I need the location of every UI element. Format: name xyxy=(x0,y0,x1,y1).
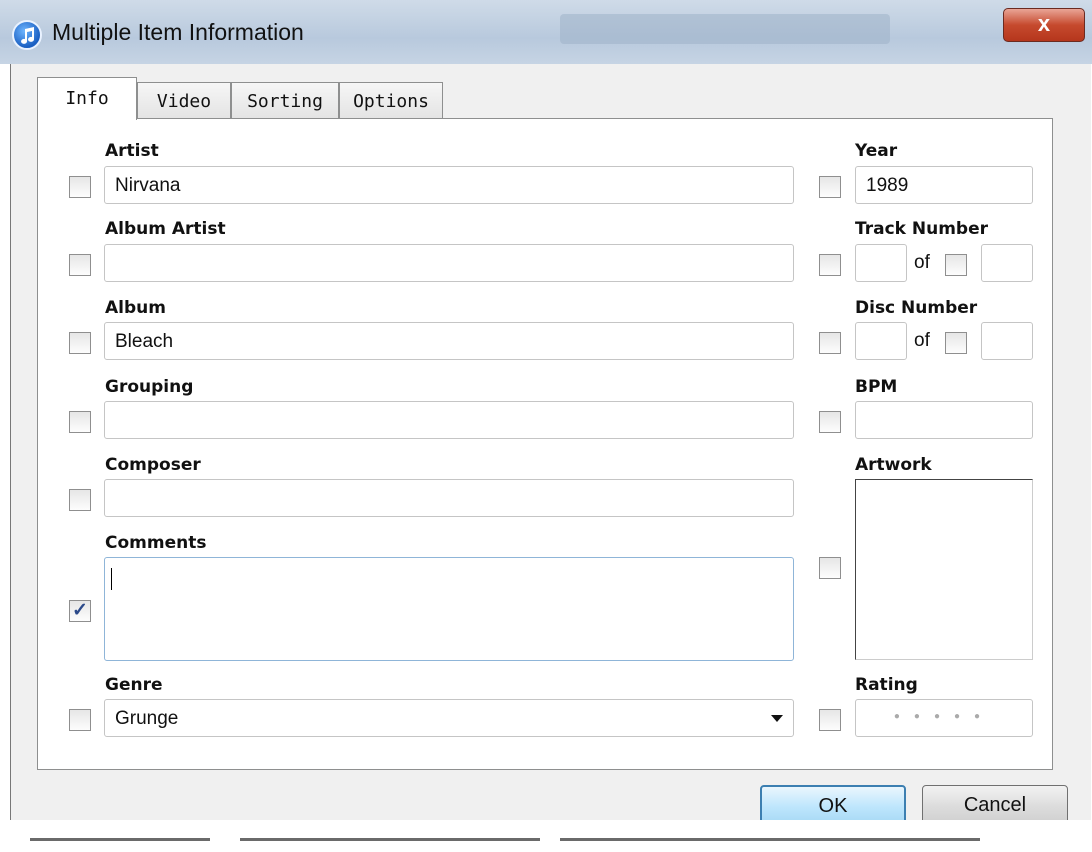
bpm-label: BPM xyxy=(855,377,898,397)
artwork-label: Artwork xyxy=(855,455,932,475)
background-blur xyxy=(560,14,890,44)
composer-field[interactable] xyxy=(104,479,794,517)
text-caret xyxy=(111,568,112,590)
itunes-icon xyxy=(12,20,42,50)
disc-number-label: Disc Number xyxy=(855,298,978,318)
title-bar[interactable]: Multiple Item Information x xyxy=(0,0,1092,64)
track-number-label: Track Number xyxy=(855,219,989,239)
artist-checkbox[interactable] xyxy=(69,176,91,198)
grouping-checkbox[interactable] xyxy=(69,411,91,433)
ok-button[interactable]: OK xyxy=(760,785,906,825)
album-checkbox[interactable] xyxy=(69,332,91,354)
bpm-checkbox[interactable] xyxy=(819,411,841,433)
composer-checkbox[interactable] xyxy=(69,489,91,511)
track-total-checkbox[interactable] xyxy=(945,254,967,276)
comments-checkbox[interactable] xyxy=(69,599,91,622)
artwork-checkbox[interactable] xyxy=(819,557,841,579)
rating-dots-icon: ●●●●● xyxy=(893,711,995,722)
album-artist-label: Album Artist xyxy=(105,219,226,239)
grouping-field[interactable] xyxy=(104,401,794,439)
genre-value: Grunge xyxy=(115,708,179,729)
rating-label: Rating xyxy=(855,675,918,695)
chevron-down-icon[interactable] xyxy=(771,715,783,722)
window-title: Multiple Item Information xyxy=(52,19,304,45)
info-panel xyxy=(37,118,1053,770)
genre-dropdown[interactable]: Grunge xyxy=(104,699,794,737)
track-number-field[interactable] xyxy=(855,244,907,282)
genre-checkbox[interactable] xyxy=(69,709,91,731)
rating-control[interactable]: ●●●●● xyxy=(855,699,1033,737)
tab-info[interactable]: Info xyxy=(37,77,137,120)
disc-total-field[interactable] xyxy=(981,322,1033,360)
comments-label: Comments xyxy=(105,533,207,553)
disc-total-checkbox[interactable] xyxy=(945,332,967,354)
genre-label: Genre xyxy=(105,675,163,695)
album-field[interactable]: Bleach xyxy=(104,322,794,360)
album-artist-field[interactable] xyxy=(104,244,794,282)
artist-field[interactable]: Nirvana xyxy=(104,166,794,204)
tab-sorting[interactable]: Sorting xyxy=(231,82,339,118)
rating-checkbox[interactable] xyxy=(819,709,841,731)
composer-label: Composer xyxy=(105,455,201,475)
artwork-well[interactable] xyxy=(855,479,1033,660)
torn-edge xyxy=(0,820,1092,852)
grouping-label: Grouping xyxy=(105,377,194,397)
year-label: Year xyxy=(855,141,898,161)
album-label: Album xyxy=(105,298,166,318)
torn-edge-line xyxy=(30,838,210,841)
track-total-field[interactable] xyxy=(981,244,1033,282)
close-icon: x xyxy=(1037,11,1051,36)
artist-label: Artist xyxy=(105,141,159,161)
tab-options[interactable]: Options xyxy=(339,82,443,118)
comments-field[interactable] xyxy=(104,557,794,661)
track-number-checkbox[interactable] xyxy=(819,254,841,276)
tab-video[interactable]: Video xyxy=(137,82,231,118)
year-checkbox[interactable] xyxy=(819,176,841,198)
disc-number-checkbox[interactable] xyxy=(819,332,841,354)
torn-edge-line xyxy=(240,838,540,841)
album-artist-checkbox[interactable] xyxy=(69,254,91,276)
track-of-label: of xyxy=(914,252,930,273)
bpm-field[interactable] xyxy=(855,401,1033,439)
year-field[interactable]: 1989 xyxy=(855,166,1033,204)
multiple-item-info-window: Multiple Item Information x Info Video S… xyxy=(0,0,1092,852)
disc-of-label: of xyxy=(914,330,930,351)
close-button[interactable]: x xyxy=(1003,8,1085,42)
disc-number-field[interactable] xyxy=(855,322,907,360)
cancel-button[interactable]: Cancel xyxy=(922,785,1068,825)
torn-edge-line xyxy=(560,838,980,841)
